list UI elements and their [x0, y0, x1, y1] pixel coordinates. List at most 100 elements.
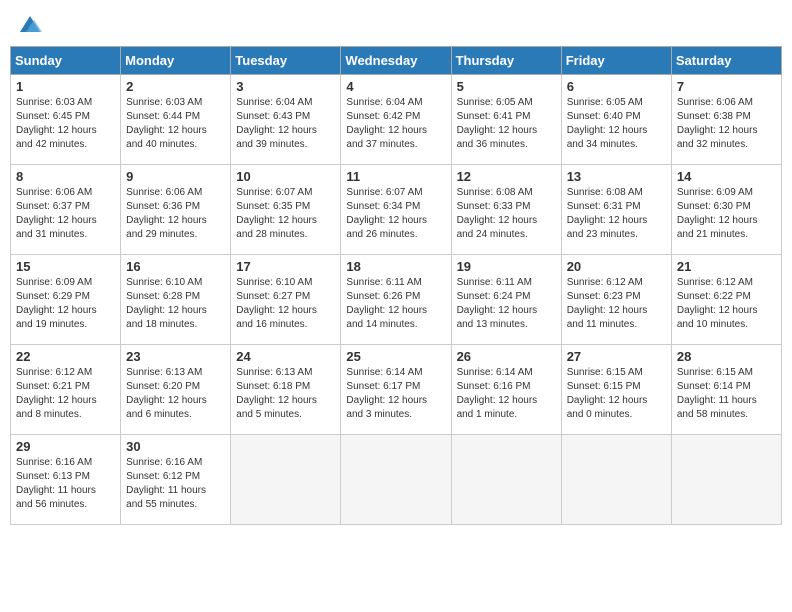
calendar-day: 23 Sunrise: 6:13 AM Sunset: 6:20 PM Dayli…: [121, 345, 231, 435]
day-number: 25: [346, 349, 445, 364]
day-number: 4: [346, 79, 445, 94]
header-saturday: Saturday: [671, 47, 781, 75]
day-info: Sunrise: 6:11 AM Sunset: 6:26 PM Dayligh…: [346, 276, 445, 332]
day-number: 18: [346, 259, 445, 274]
day-number: 10: [236, 169, 335, 184]
day-info: Sunrise: 6:12 AM Sunset: 6:23 PM Dayligh…: [567, 276, 666, 332]
day-info: Sunrise: 6:09 AM Sunset: 6:30 PM Dayligh…: [677, 186, 776, 242]
day-info: Sunrise: 6:06 AM Sunset: 6:37 PM Dayligh…: [16, 186, 115, 242]
day-number: 17: [236, 259, 335, 274]
day-number: 19: [457, 259, 556, 274]
day-number: 7: [677, 79, 776, 94]
day-info: Sunrise: 6:04 AM Sunset: 6:43 PM Dayligh…: [236, 96, 335, 152]
day-info: Sunrise: 6:07 AM Sunset: 6:35 PM Dayligh…: [236, 186, 335, 242]
calendar-day: 7Sunrise: 6:06 AM Sunset: 6:38 PM Daylig…: [671, 75, 781, 165]
calendar-day: 21 Sunrise: 6:12 AM Sunset: 6:22 PM Dayli…: [671, 255, 781, 345]
calendar-day: 27 Sunrise: 6:15 AM Sunset: 6:15 PM Dayli…: [561, 345, 671, 435]
calendar-day: [341, 435, 451, 525]
day-number: 23: [126, 349, 225, 364]
day-info: Sunrise: 6:16 AM Sunset: 6:13 PM Dayligh…: [16, 456, 115, 512]
day-number: 1: [16, 79, 115, 94]
header-wednesday: Wednesday: [341, 47, 451, 75]
calendar-week-3: 15 Sunrise: 6:09 AM Sunset: 6:29 PM Dayli…: [11, 255, 782, 345]
calendar-day: 22 Sunrise: 6:12 AM Sunset: 6:21 PM Dayli…: [11, 345, 121, 435]
calendar-day: 28 Sunrise: 6:15 AM Sunset: 6:14 PM Dayli…: [671, 345, 781, 435]
day-info: Sunrise: 6:03 AM Sunset: 6:44 PM Dayligh…: [126, 96, 225, 152]
day-info: Sunrise: 6:06 AM Sunset: 6:36 PM Dayligh…: [126, 186, 225, 242]
day-number: 8: [16, 169, 115, 184]
calendar-day: 13 Sunrise: 6:08 AM Sunset: 6:31 PM Dayli…: [561, 165, 671, 255]
day-number: 28: [677, 349, 776, 364]
header-sunday: Sunday: [11, 47, 121, 75]
header-tuesday: Tuesday: [231, 47, 341, 75]
day-info: Sunrise: 6:04 AM Sunset: 6:42 PM Dayligh…: [346, 96, 445, 152]
day-number: 15: [16, 259, 115, 274]
logo: [14, 10, 44, 38]
calendar-day: 3 Sunrise: 6:04 AM Sunset: 6:43 PM Daylig…: [231, 75, 341, 165]
calendar-day: 9 Sunrise: 6:06 AM Sunset: 6:36 PM Daylig…: [121, 165, 231, 255]
day-number: 3: [236, 79, 335, 94]
header-monday: Monday: [121, 47, 231, 75]
day-number: 14: [677, 169, 776, 184]
day-info: Sunrise: 6:11 AM Sunset: 6:24 PM Dayligh…: [457, 276, 556, 332]
day-number: 30: [126, 439, 225, 454]
day-number: 24: [236, 349, 335, 364]
calendar-day: 19 Sunrise: 6:11 AM Sunset: 6:24 PM Dayli…: [451, 255, 561, 345]
day-info: Sunrise: 6:14 AM Sunset: 6:16 PM Dayligh…: [457, 366, 556, 422]
calendar-day: [451, 435, 561, 525]
day-number: 5: [457, 79, 556, 94]
day-info: Sunrise: 6:15 AM Sunset: 6:15 PM Dayligh…: [567, 366, 666, 422]
day-number: 27: [567, 349, 666, 364]
calendar-day: 16Sunrise: 6:10 AM Sunset: 6:28 PM Dayli…: [121, 255, 231, 345]
day-info: Sunrise: 6:08 AM Sunset: 6:31 PM Dayligh…: [567, 186, 666, 242]
day-info: Sunrise: 6:15 AM Sunset: 6:14 PM Dayligh…: [677, 366, 776, 422]
calendar-day: 20 Sunrise: 6:12 AM Sunset: 6:23 PM Dayli…: [561, 255, 671, 345]
day-info: Sunrise: 6:07 AM Sunset: 6:34 PM Dayligh…: [346, 186, 445, 242]
calendar-day: 24 Sunrise: 6:13 AM Sunset: 6:18 PM Dayli…: [231, 345, 341, 435]
calendar-day: 25 Sunrise: 6:14 AM Sunset: 6:17 PM Dayli…: [341, 345, 451, 435]
calendar-week-4: 22 Sunrise: 6:12 AM Sunset: 6:21 PM Dayli…: [11, 345, 782, 435]
day-info: Sunrise: 6:10 AM Sunset: 6:28 PM Dayligh…: [126, 276, 225, 332]
calendar-day: 2Sunrise: 6:03 AM Sunset: 6:44 PM Daylig…: [121, 75, 231, 165]
calendar-day: 14 Sunrise: 6:09 AM Sunset: 6:30 PM Dayli…: [671, 165, 781, 255]
day-info: Sunrise: 6:13 AM Sunset: 6:18 PM Dayligh…: [236, 366, 335, 422]
calendar-day: 15 Sunrise: 6:09 AM Sunset: 6:29 PM Dayli…: [11, 255, 121, 345]
calendar-day: 4 Sunrise: 6:04 AM Sunset: 6:42 PM Daylig…: [341, 75, 451, 165]
calendar-day: 10 Sunrise: 6:07 AM Sunset: 6:35 PM Dayli…: [231, 165, 341, 255]
calendar-table: SundayMondayTuesdayWednesdayThursdayFrid…: [10, 46, 782, 525]
header-friday: Friday: [561, 47, 671, 75]
calendar-day: 1 Sunrise: 6:03 AM Sunset: 6:45 PM Daylig…: [11, 75, 121, 165]
day-number: 9: [126, 169, 225, 184]
day-number: 29: [16, 439, 115, 454]
day-info: Sunrise: 6:14 AM Sunset: 6:17 PM Dayligh…: [346, 366, 445, 422]
calendar-week-5: 29 Sunrise: 6:16 AM Sunset: 6:13 PM Dayli…: [11, 435, 782, 525]
day-info: Sunrise: 6:03 AM Sunset: 6:45 PM Dayligh…: [16, 96, 115, 152]
day-number: 21: [677, 259, 776, 274]
calendar-day: 18 Sunrise: 6:11 AM Sunset: 6:26 PM Dayli…: [341, 255, 451, 345]
calendar-day: 8 Sunrise: 6:06 AM Sunset: 6:37 PM Daylig…: [11, 165, 121, 255]
calendar-day: 26 Sunrise: 6:14 AM Sunset: 6:16 PM Dayli…: [451, 345, 561, 435]
calendar-week-1: 1 Sunrise: 6:03 AM Sunset: 6:45 PM Daylig…: [11, 75, 782, 165]
calendar-day: 30 Sunrise: 6:16 AM Sunset: 6:12 PM Dayli…: [121, 435, 231, 525]
calendar-day: 11 Sunrise: 6:07 AM Sunset: 6:34 PM Dayli…: [341, 165, 451, 255]
day-info: Sunrise: 6:09 AM Sunset: 6:29 PM Dayligh…: [16, 276, 115, 332]
day-info: Sunrise: 6:05 AM Sunset: 6:41 PM Dayligh…: [457, 96, 556, 152]
page-header: [10, 10, 782, 38]
calendar-day: [231, 435, 341, 525]
day-number: 20: [567, 259, 666, 274]
day-info: Sunrise: 6:16 AM Sunset: 6:12 PM Dayligh…: [126, 456, 225, 512]
day-info: Sunrise: 6:12 AM Sunset: 6:22 PM Dayligh…: [677, 276, 776, 332]
calendar-week-2: 8 Sunrise: 6:06 AM Sunset: 6:37 PM Daylig…: [11, 165, 782, 255]
day-number: 11: [346, 169, 445, 184]
day-number: 12: [457, 169, 556, 184]
day-number: 26: [457, 349, 556, 364]
day-info: Sunrise: 6:12 AM Sunset: 6:21 PM Dayligh…: [16, 366, 115, 422]
day-number: 13: [567, 169, 666, 184]
calendar-day: 5 Sunrise: 6:05 AM Sunset: 6:41 PM Daylig…: [451, 75, 561, 165]
day-info: Sunrise: 6:13 AM Sunset: 6:20 PM Dayligh…: [126, 366, 225, 422]
day-number: 6: [567, 79, 666, 94]
day-info: Sunrise: 6:10 AM Sunset: 6:27 PM Dayligh…: [236, 276, 335, 332]
calendar-day: 29 Sunrise: 6:16 AM Sunset: 6:13 PM Dayli…: [11, 435, 121, 525]
calendar-day: 17 Sunrise: 6:10 AM Sunset: 6:27 PM Dayli…: [231, 255, 341, 345]
day-number: 22: [16, 349, 115, 364]
